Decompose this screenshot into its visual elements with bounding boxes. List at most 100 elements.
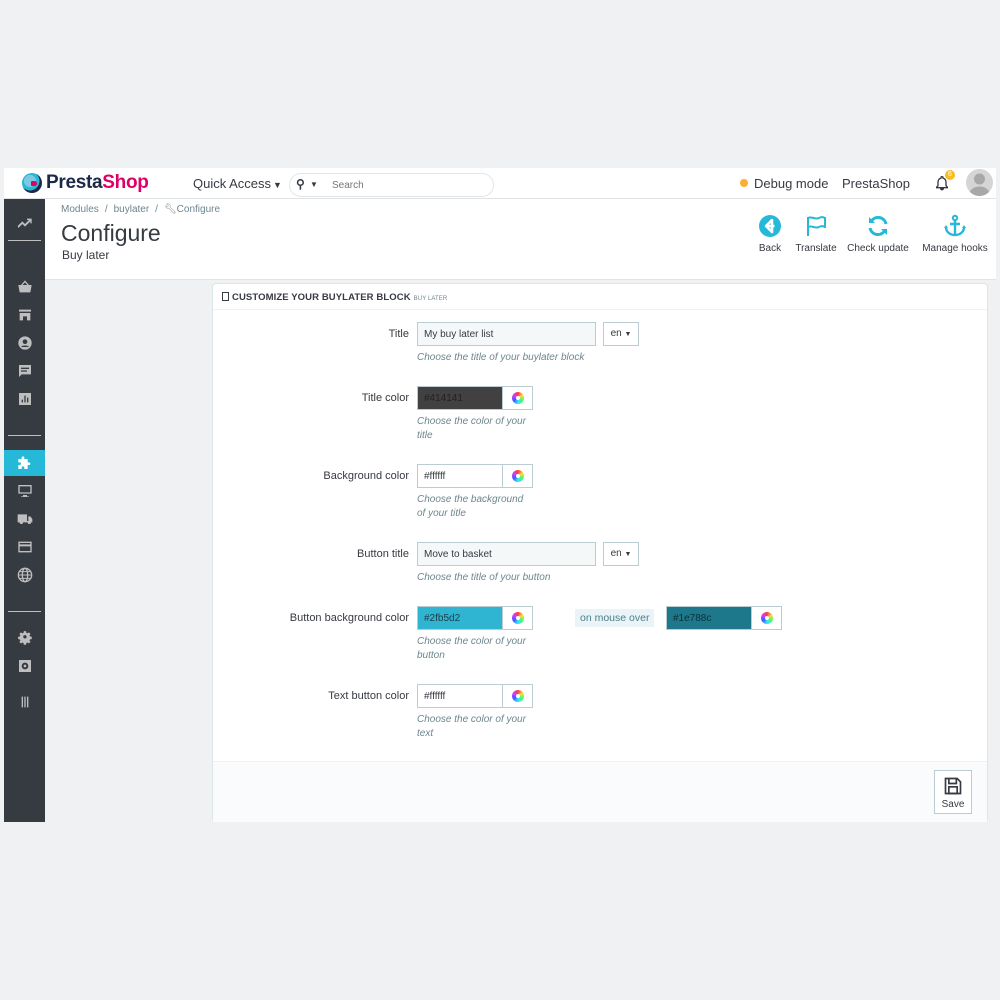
button-title-help: Choose the title of your button [417, 572, 551, 583]
button-hover-color-picker-button[interactable] [752, 606, 782, 630]
sidebar-item-orders[interactable] [4, 274, 45, 300]
manage-hooks-button[interactable]: Manage hooks [920, 214, 990, 254]
breadcrumb-separator: / [104, 204, 108, 215]
sidebar-item-shipping[interactable] [4, 506, 45, 532]
search-input[interactable] [330, 177, 484, 193]
top-header: PrestaShop Quick Access▼ ⚲ ▼ Debug mode … [4, 168, 996, 199]
sidebar-item-messages[interactable] [4, 358, 45, 384]
debug-dot-icon [740, 179, 748, 187]
title-color-help-line2: title [417, 430, 433, 441]
stats-icon [18, 393, 31, 405]
prestashop-logo[interactable]: PrestaShop [22, 172, 149, 194]
avatar[interactable] [966, 169, 993, 196]
button-background-color-input[interactable] [417, 606, 503, 630]
settings-icon [17, 631, 32, 645]
title-color-label: Title color [361, 392, 409, 404]
wrench-icon: 🔧︎ [163, 204, 177, 215]
button-background-color-help: Choose the color of your button [417, 635, 526, 663]
panel-title-text: Customize your buylater block [232, 292, 411, 303]
breadcrumb-modules[interactable]: Modules [61, 204, 99, 215]
breadcrumb-separator: / [155, 204, 158, 215]
modules-icon [17, 456, 30, 469]
logo-text: PrestaShop [46, 172, 149, 194]
configuration-panel: Customize your buylater block buy later T… [212, 283, 988, 822]
check-update-button[interactable]: Check update [845, 214, 911, 254]
manage-hooks-label: Manage hooks [922, 243, 988, 254]
quick-access-dropdown[interactable]: Quick Access ▼ [193, 176, 282, 191]
sidebar-item-design[interactable] [4, 478, 45, 504]
panel-subtitle: buy later [413, 296, 448, 302]
button-background-color-picker-button[interactable] [503, 606, 533, 630]
anchor-icon [944, 214, 966, 237]
page-subtitle: Buy later [62, 248, 110, 262]
color-wheel-icon [511, 392, 524, 404]
translate-label: Translate [795, 243, 837, 254]
search-icon[interactable]: ⚲ [296, 177, 305, 191]
button-title-input[interactable] [417, 542, 596, 566]
text-button-color-help-line2: text [417, 728, 434, 739]
button-hover-color-input[interactable] [666, 606, 752, 630]
panel-title: Customize your buylater block buy later [232, 292, 447, 303]
text-button-color-picker-button[interactable] [503, 684, 533, 708]
sidebar-divider [8, 435, 41, 436]
text-button-color-help: Choose the color of your text [417, 713, 526, 741]
back-arrow-icon [759, 215, 781, 237]
text-button-color-input[interactable] [417, 684, 503, 708]
search-type-chevron-icon[interactable]: ▼ [310, 180, 318, 189]
debug-mode-label: Debug mode [754, 176, 829, 191]
title-language-label: en [610, 328, 622, 339]
check-update-label: Check update [847, 243, 909, 254]
text-button-color-help-line1: Choose the color of your [417, 714, 526, 725]
sidebar-item-customers[interactable] [4, 330, 45, 356]
sidebar-item-international[interactable] [4, 562, 45, 588]
payment-icon [17, 541, 32, 553]
page-header: Modules / buylater / 🔧︎Configure Configure B… [45, 199, 996, 280]
refresh-icon [868, 215, 888, 237]
sidebar-divider [8, 611, 41, 612]
chevron-down-icon: ▼ [624, 331, 632, 338]
title-input[interactable] [417, 322, 596, 346]
sidebar-item-modules[interactable] [4, 450, 45, 476]
design-icon [17, 485, 32, 497]
orders-icon [17, 280, 32, 293]
sidebar-item-catalog[interactable] [4, 302, 45, 328]
quick-access-label: Quick Access [193, 176, 272, 191]
back-label: Back [758, 243, 782, 254]
title-color-input[interactable] [417, 386, 503, 410]
shop-name-link[interactable]: PrestaShop [842, 176, 910, 191]
sidebar-item-settings[interactable] [4, 625, 45, 651]
sidebar-divider [8, 240, 41, 241]
button-background-color-label: Button background color [289, 612, 409, 624]
background-color-help-line2: of your title [417, 508, 466, 519]
debug-mode-link[interactable]: Debug mode [740, 176, 828, 191]
prestashop-logo-icon [22, 173, 42, 193]
button-title-language-label: en [610, 548, 622, 559]
breadcrumb-buylater[interactable]: buylater [114, 204, 150, 215]
text-button-color-label: Text button color [328, 690, 409, 702]
title-language-dropdown[interactable]: en ▼ [603, 322, 639, 346]
translate-button[interactable]: Translate [791, 214, 841, 254]
color-wheel-icon [760, 612, 773, 624]
background-color-input[interactable] [417, 464, 503, 488]
sidebar-item-advanced-settings[interactable] [4, 653, 45, 679]
panel-heading: Customize your buylater block buy later [213, 284, 987, 310]
title-color-picker-button[interactable] [503, 386, 533, 410]
background-color-help-line1: Choose the background [417, 494, 524, 505]
color-wheel-icon [511, 690, 524, 702]
background-color-picker-button[interactable] [503, 464, 533, 488]
save-button[interactable]: Save [934, 770, 972, 814]
sidebar-item-dashboard[interactable] [4, 211, 45, 237]
save-icon [944, 777, 962, 795]
background-color-help: Choose the background of your title [417, 493, 523, 521]
back-button[interactable]: Back [755, 214, 785, 254]
button-title-language-dropdown[interactable]: en ▼ [603, 542, 639, 566]
button-background-color-help-line2: button [417, 650, 445, 661]
background-color-label: Background color [323, 470, 409, 482]
sidebar-item-stats[interactable] [4, 386, 45, 412]
collapse-icon [21, 696, 28, 708]
dashboard-icon [17, 218, 32, 228]
sidebar-item-collapse[interactable] [4, 689, 45, 715]
title-help: Choose the title of your buylater block [417, 352, 585, 363]
sidebar-item-payment[interactable] [4, 534, 45, 560]
customers-icon [17, 336, 32, 350]
